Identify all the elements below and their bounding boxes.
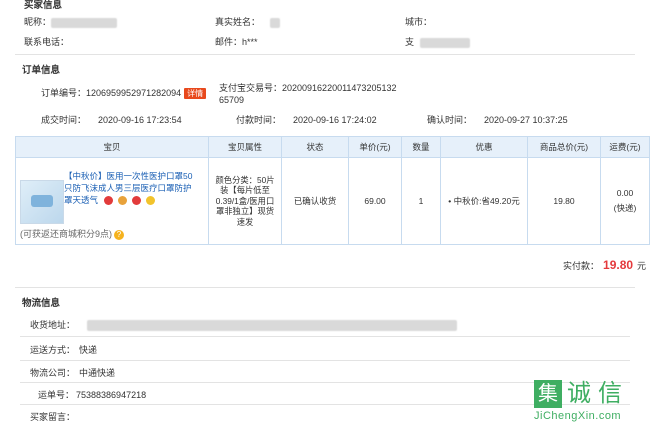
item-qty: 1 [401, 157, 441, 245]
alipay-no-line2: 65709 [219, 95, 245, 105]
col-header: 数量 [401, 136, 441, 158]
coin-icon: ? [114, 229, 125, 240]
freight-type: (快递) [613, 203, 637, 213]
item-title-link[interactable]: 【中秋价】医用一次性医护口罩50只防飞沫成人男三层医疗口罩防护罩天透气 [64, 170, 194, 206]
col-header: 状态 [281, 136, 349, 158]
flower-icon [132, 196, 142, 206]
flower-icon [104, 196, 114, 206]
item-attr: 颜色分类：50片装【每片低至0.39/1盒/医用口罩非独立】现货速发 [208, 157, 282, 245]
item-price: 69.00 [348, 157, 402, 245]
company-label: 物流公司： [30, 368, 76, 378]
col-header: 优惠 [440, 136, 528, 158]
item-total: 19.80 [527, 157, 601, 245]
nickname-label: 昵称： [24, 17, 52, 27]
buyer-section-title: 买家信息 [24, 0, 63, 11]
nickname-row: 昵称： [24, 15, 118, 28]
realname-row: 真实姓名： [215, 15, 281, 28]
confirm-time-value: 2020-09-27 10:37:25 [484, 115, 568, 125]
company-row: 物流公司： 中通快递 [30, 366, 115, 379]
freight-value: 0.00 [616, 188, 634, 198]
address-row: 收货地址： [30, 318, 458, 332]
address-label: 收货地址： [30, 320, 76, 330]
item-title: 【中秋价】医用一次性医护口罩50只防飞沫成人男三层医疗口罩防护罩天透气 [64, 171, 193, 205]
confirm-time-label: 确认时间： [427, 115, 473, 125]
flower-icon [146, 196, 156, 206]
watermark-domain: JiChengXin.com [534, 410, 622, 422]
address-redacted [87, 320, 458, 332]
order-no-label: 订单编号： [41, 88, 87, 98]
pay-time-row: 付款时间： 2020-09-16 17:24:02 [236, 113, 377, 126]
pay-time-value: 2020-09-16 17:24:02 [293, 115, 377, 125]
email-label: 邮件： [215, 37, 243, 47]
divider [20, 360, 630, 361]
item-status: 已确认收货 [281, 157, 349, 245]
order-section-title: 订单信息 [22, 65, 61, 76]
confirm-time-row: 确认时间： 2020-09-27 10:37:25 [427, 113, 568, 126]
logistics-section-title: 物流信息 [22, 298, 61, 309]
payment-amount: 19.80 [603, 258, 634, 272]
deal-time-row: 成交时间： 2020-09-16 17:23:54 [41, 113, 182, 126]
item-discount-text: 中秋价:省49.20元 [453, 196, 520, 206]
col-header: 宝贝 [15, 136, 209, 158]
alipay-label: 支 [405, 37, 415, 47]
tracking-row: 运单号： 75388386947218 [38, 388, 146, 401]
nickname-redacted [51, 17, 118, 28]
item-discount: • 中秋价:省49.20元 [440, 157, 528, 245]
order-no-value: 1206959952971282094 [86, 88, 182, 98]
company-value: 中通快递 [79, 368, 116, 378]
points-note-text: (可获返还商城积分9点) [20, 229, 113, 239]
alipay-no-row: 支付宝交易号：2020091622001147320513​2 65709 [219, 82, 396, 106]
email-value: h*** [242, 37, 258, 47]
tracking-value[interactable]: 75388386947218 [76, 390, 146, 400]
realname-label: 真实姓名： [215, 17, 261, 27]
watermark-char: 集 [534, 380, 562, 408]
col-header: 单价(元) [348, 136, 402, 158]
message-row: 买家留言： [30, 410, 75, 423]
order-no-row: 订单编号：1206959952971282094 详情 [41, 86, 207, 99]
email-row: 邮件：h*** [215, 35, 258, 48]
goods-table-header: 宝贝 宝贝属性 状态 单价(元) 数量 优惠 商品总价(元) 运费(元) [15, 136, 650, 158]
col-header: 商品总价(元) [527, 136, 601, 158]
payment-unit: 元 [637, 261, 647, 271]
alipay-redacted [420, 37, 471, 48]
watermark-logo: 集 诚 信 JiChengXin.com [534, 380, 624, 422]
col-header: 运费(元) [600, 136, 650, 158]
col-header: 宝贝属性 [208, 136, 282, 158]
divider [15, 54, 635, 55]
divider [20, 336, 630, 337]
phone-row: 联系电话： [24, 35, 69, 48]
flower-icon [118, 196, 128, 206]
alipay-row: 支 [405, 35, 471, 48]
item-thumbnail[interactable] [20, 180, 64, 224]
deal-time-label: 成交时间： [41, 115, 87, 125]
method-row: 运送方式： 快递 [30, 343, 97, 356]
pay-time-label: 付款时间： [236, 115, 282, 125]
phone-label: 联系电话： [24, 37, 70, 47]
alipay-no-label: 支付宝交易号： [219, 83, 283, 93]
watermark-char: 信 [598, 380, 622, 407]
divider [15, 287, 635, 288]
alipay-no-line1: 2020091622001147320513​2 [282, 83, 397, 93]
deal-time-value: 2020-09-16 17:23:54 [98, 115, 182, 125]
payment-label: 实付款： [563, 261, 600, 271]
order-detail-badge[interactable]: 详情 [184, 88, 207, 99]
city-row: 城市： [405, 15, 432, 28]
tracking-label: 运单号： [38, 390, 75, 400]
watermark-char: 诚 [567, 380, 591, 407]
item-freight: 0.00 (快递) [600, 157, 650, 245]
payment-row: 实付款： 19.80 元 [563, 258, 646, 272]
realname-redacted [270, 17, 281, 28]
method-label: 运送方式： [30, 345, 76, 355]
message-label: 买家留言： [30, 412, 76, 422]
points-note: (可获返还商城积分9点)? [20, 227, 125, 240]
city-label: 城市： [405, 17, 433, 27]
method-value: 快递 [79, 345, 98, 355]
